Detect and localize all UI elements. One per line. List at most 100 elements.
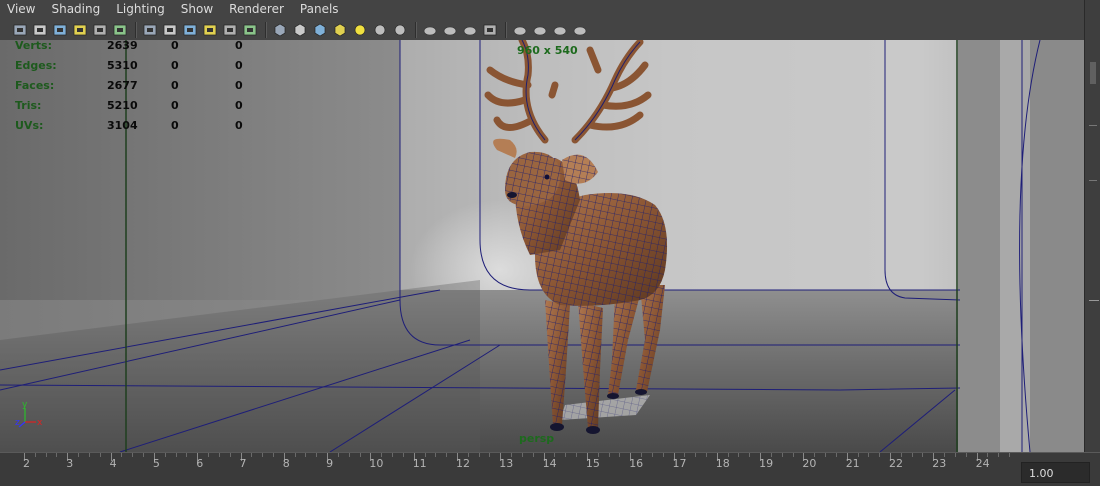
timeline-minor-tick [121, 453, 123, 457]
grease-pencil-icon[interactable] [92, 22, 108, 38]
wireframe-icon[interactable] [272, 22, 288, 38]
camera-attributes-icon[interactable] [32, 22, 48, 38]
hud-v1: 3104 [107, 119, 138, 132]
anti-aliasing-icon[interactable] [442, 22, 458, 38]
current-time-field[interactable]: 1.00 [1021, 462, 1090, 483]
timeline-minor-tick [576, 453, 578, 457]
resolution-gate-label: 960 x 540 [517, 44, 578, 57]
timeline-minor-tick [305, 453, 307, 457]
timeline-minor-tick [34, 453, 36, 457]
camera-name-label: persp [519, 432, 555, 445]
hud-v2: 0 [171, 79, 179, 92]
hud-row: Edges: 5310 0 0 [15, 59, 275, 79]
menu-panels[interactable]: Panels [292, 0, 347, 19]
hud-v1: 2639 [107, 40, 138, 52]
timeline-minor-tick [251, 453, 253, 457]
resolution-gate-icon[interactable] [162, 22, 178, 38]
timeline-minor-tick [132, 453, 134, 457]
timeline-minor-tick [922, 453, 924, 457]
timeline-minor-tick [835, 453, 837, 457]
timeline-tick-label: 14 [542, 457, 557, 470]
timeline-tick-label: 24 [975, 457, 990, 470]
safe-title-icon[interactable] [242, 22, 258, 38]
menu-view[interactable]: View [0, 0, 43, 19]
timeline-minor-tick [749, 453, 751, 457]
scrollbar-handle[interactable] [1090, 62, 1096, 84]
timeline-tick-label: 9 [326, 457, 334, 470]
timeline-minor-tick [781, 453, 783, 457]
hud-row: UVs: 3104 0 0 [15, 119, 275, 139]
timeline-minor-tick [705, 453, 707, 457]
timeline-minor-tick [316, 453, 318, 457]
timeline-minor-tick [56, 453, 58, 457]
timeline-tick-label: 21 [845, 457, 860, 470]
isolate-select-icon[interactable] [482, 22, 498, 38]
bookmark-icon[interactable] [52, 22, 68, 38]
hud-row: Faces: 2677 0 0 [15, 79, 275, 99]
hud-v2: 0 [171, 40, 179, 52]
svg-text:x: x [37, 418, 43, 428]
timeline-minor-tick [825, 453, 827, 457]
perspective-viewport[interactable]: y x z Verts: 2639 0 0 Edges: 5310 0 0 Faces: 2677… [0, 40, 1084, 452]
film-gate-icon[interactable] [112, 22, 128, 38]
timeline-minor-tick [489, 453, 491, 457]
hud-label: Verts: [15, 40, 53, 52]
timeline-minor-tick [218, 453, 220, 457]
hud-label: Edges: [15, 59, 57, 72]
timeline-minor-tick [651, 453, 653, 457]
menu-lighting[interactable]: Lighting [108, 0, 173, 19]
timeline-minor-tick [164, 453, 166, 457]
hud-v1: 5310 [107, 59, 138, 72]
timeline-minor-tick [446, 453, 448, 457]
field-chart-icon[interactable] [222, 22, 238, 38]
timeline-minor-tick [294, 453, 296, 457]
timeline-minor-tick [229, 453, 231, 457]
image-plane-icon[interactable] [72, 22, 88, 38]
screen-space-ao-icon[interactable] [392, 22, 408, 38]
timeline-minor-tick [911, 453, 913, 457]
timeline-minor-tick [348, 453, 350, 457]
textured-icon[interactable] [332, 22, 348, 38]
hud-label: UVs: [15, 119, 44, 132]
menu-show[interactable]: Show [173, 0, 221, 19]
timeline-tick-label: 8 [282, 457, 290, 470]
hud-v2: 0 [171, 119, 179, 132]
xray-graph-icon[interactable] [572, 22, 588, 38]
timeline-minor-tick [954, 453, 956, 457]
gate-mask-icon[interactable] [182, 22, 198, 38]
hud-v2: 0 [171, 59, 179, 72]
timeline-minor-tick [272, 453, 274, 457]
camera-select-icon[interactable] [12, 22, 28, 38]
timeline-minor-tick [1009, 453, 1011, 457]
grid-icon[interactable] [142, 22, 158, 38]
timeline-minor-tick [143, 453, 145, 457]
timeline-minor-tick [521, 453, 523, 457]
xray-icon[interactable] [512, 22, 528, 38]
timeline-minor-tick [359, 453, 361, 457]
timeline-tick-label: 7 [239, 457, 247, 470]
timeline-minor-tick [186, 453, 188, 457]
safe-action-icon[interactable] [202, 22, 218, 38]
toolbar-separator [505, 21, 507, 38]
timeline-tick-label: 2 [23, 457, 30, 470]
viewport-toolbar [0, 19, 1084, 40]
xray-active-icon[interactable] [532, 22, 548, 38]
menu-shading[interactable]: Shading [43, 0, 108, 19]
xray-joints-icon[interactable] [552, 22, 568, 38]
smooth-shade-icon[interactable] [292, 22, 308, 38]
shadows-icon[interactable] [372, 22, 388, 38]
wireframe-on-shaded-icon[interactable] [312, 22, 328, 38]
timeline-minor-tick [99, 453, 101, 457]
timeline-tick-label: 19 [759, 457, 774, 470]
hud-row: Tris: 5210 0 0 [15, 99, 275, 119]
right-wall-edge [1030, 40, 1084, 452]
menu-renderer[interactable]: Renderer [221, 0, 292, 19]
hud-v3: 0 [235, 59, 243, 72]
timeline-tick-label: 12 [456, 457, 470, 470]
motion-blur-icon[interactable] [422, 22, 438, 38]
depth-of-field-icon[interactable] [462, 22, 478, 38]
timeline-tick-label: 3 [66, 457, 74, 470]
timeline-minor-tick [337, 453, 339, 457]
time-slider[interactable]: 1.00 2 3 4 5 6 7 8 9 10 11 12 13 14 15 16 17 18 19 20 21 22 2… [0, 452, 1100, 486]
use-lights-icon[interactable] [352, 22, 368, 38]
